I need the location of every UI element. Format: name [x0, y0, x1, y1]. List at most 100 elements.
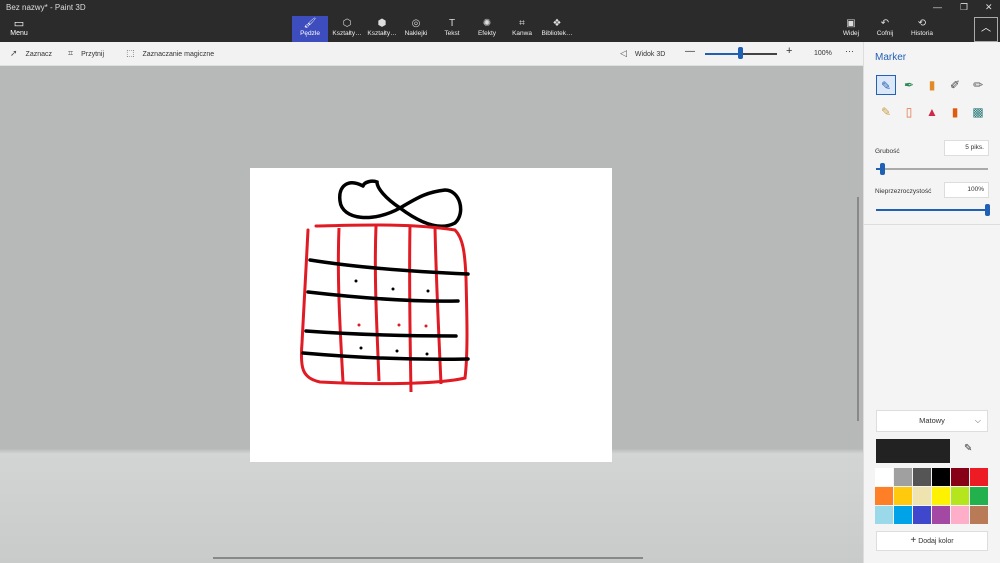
tool-label: Tekst	[444, 30, 460, 37]
minimize-icon[interactable]: —	[933, 2, 942, 12]
color-swatch[interactable]	[913, 487, 931, 505]
color-swatch[interactable]	[932, 487, 950, 505]
finish-dropdown[interactable]: Matowy ⌵	[876, 410, 988, 432]
tool-shapes-3d[interactable]: ⬢ Kształty…	[364, 16, 400, 42]
opacity-slider[interactable]	[876, 209, 988, 211]
zoom-in-button[interactable]: +	[786, 45, 792, 57]
collapse-panel-button[interactable]: ︿	[974, 17, 998, 42]
stickers-icon: ◎	[411, 18, 421, 29]
tool-label: Kształty…	[332, 30, 362, 37]
window-title: Bez nazwy* - Paint 3D	[6, 3, 86, 12]
color-swatch[interactable]	[932, 506, 950, 524]
title-bar: Bez nazwy* - Paint 3D — ❐ ✕ ▭ Menu 🖌 Pędz…	[0, 0, 1000, 42]
crayon-icon[interactable]: ▲	[922, 102, 942, 122]
drawing-canvas[interactable]	[250, 168, 612, 462]
opacity-field[interactable]: 100%	[944, 182, 989, 198]
color-swatch[interactable]	[875, 506, 893, 524]
color-swatch[interactable]	[951, 506, 969, 524]
folder-icon: ▭	[13, 18, 25, 30]
menu-button[interactable]: ▭ Menu	[6, 18, 32, 40]
thickness-label: Grubość	[875, 148, 900, 155]
finish-value: Matowy	[919, 416, 945, 425]
zoom-slider-fill	[705, 53, 741, 55]
right-tool-label: Widej	[842, 30, 860, 37]
thickness-slider[interactable]	[876, 168, 988, 170]
undo-button[interactable]: ↶ Cofnij	[868, 18, 902, 37]
spray-can-icon[interactable]: ▮	[945, 102, 965, 122]
color-swatch[interactable]	[894, 468, 912, 486]
thickness-handle[interactable]	[879, 163, 885, 175]
current-color-swatch[interactable]	[876, 439, 950, 463]
select-button[interactable]: ➚ Zaznacz	[10, 48, 52, 59]
divider	[864, 224, 1000, 225]
marker-icon[interactable]: ✎	[876, 75, 896, 95]
opacity-label: Nieprzezroczystość	[875, 188, 932, 195]
color-swatch[interactable]	[894, 487, 912, 505]
calligraphy-pen-icon[interactable]: ✒	[899, 75, 919, 95]
panel-title: Marker	[875, 52, 907, 63]
opacity-handle[interactable]	[985, 204, 990, 216]
eyedropper-icon[interactable]: ✎	[964, 443, 972, 454]
bow-stroke	[338, 179, 463, 228]
red-line-1	[336, 227, 345, 383]
horizontal-scrollbar[interactable]	[213, 557, 643, 559]
dot	[425, 352, 429, 356]
tool-label: Kształty…	[367, 30, 397, 37]
dot	[359, 346, 363, 350]
chevron-up-icon: ︿	[981, 23, 991, 34]
eraser-icon[interactable]: ▯	[899, 102, 919, 122]
more-options-button[interactable]: ···	[845, 46, 854, 56]
zoom-slider-handle[interactable]	[738, 47, 743, 59]
library-icon: ❖	[552, 18, 562, 29]
view3d-icon: ◁	[620, 48, 627, 58]
tool-label: Pędzle	[300, 30, 320, 37]
pencil-icon[interactable]: ✎	[876, 102, 896, 122]
tool-library[interactable]: ❖ Bibliotek…	[539, 16, 575, 42]
tool-brush[interactable]: 🖌 Pędzle	[292, 16, 328, 42]
oil-brush-icon[interactable]: ▮	[922, 75, 942, 95]
history-button[interactable]: ⟲ Historia	[905, 18, 939, 37]
color-swatch[interactable]	[894, 506, 912, 524]
magic-select-button[interactable]: ⬚ Zaznaczanie magiczne	[126, 48, 214, 59]
color-swatch[interactable]	[970, 506, 988, 524]
color-swatch[interactable]	[875, 468, 893, 486]
color-swatch[interactable]	[951, 468, 969, 486]
view-icon: ▣	[846, 18, 856, 29]
tool-label: Bibliotek…	[541, 30, 573, 37]
color-swatch[interactable]	[932, 468, 950, 486]
tool-stickers[interactable]: ◎ Naklejki	[398, 16, 434, 42]
view-button[interactable]: ▣ Widej	[834, 18, 868, 37]
select-label: Zaznacz	[25, 51, 53, 58]
color-swatch[interactable]	[913, 468, 931, 486]
fill-bucket-icon[interactable]: ▩	[968, 102, 988, 122]
color-swatch[interactable]	[970, 487, 988, 505]
color-swatch[interactable]	[875, 487, 893, 505]
tool-label: Kanwa	[512, 30, 532, 37]
opacity-fill	[876, 209, 988, 211]
color-swatch[interactable]	[913, 506, 931, 524]
vertical-scrollbar[interactable]	[857, 197, 859, 421]
magic-select-icon: ⬚	[126, 48, 135, 58]
pixel-pen-icon[interactable]: ✏	[968, 75, 988, 95]
thickness-field[interactable]: 5 piks.	[944, 140, 989, 156]
tool-text[interactable]: T Tekst	[434, 16, 470, 42]
watercolor-icon[interactable]: ✐	[945, 75, 965, 95]
dot	[354, 279, 358, 283]
color-swatch[interactable]	[970, 468, 988, 486]
tool-shapes-2d[interactable]: ⬡ Kształty…	[329, 16, 365, 42]
tool-effects[interactable]: ✺ Efekty	[469, 16, 505, 42]
zoom-out-button[interactable]: —	[685, 46, 695, 57]
black-line-1	[308, 258, 470, 276]
restore-icon[interactable]: ❐	[960, 2, 968, 13]
black-line-2	[306, 290, 460, 303]
view3d-button[interactable]: ◁ Widok 3D	[620, 48, 665, 59]
crop-button[interactable]: ⌗ Przytnij	[68, 48, 104, 59]
color-swatch[interactable]	[951, 487, 969, 505]
shapes-3d-icon: ⬢	[377, 18, 387, 29]
zoom-value: 100%	[814, 50, 832, 57]
dot	[391, 287, 395, 291]
close-icon[interactable]: ✕	[985, 2, 993, 13]
tool-canvas[interactable]: ⌗ Kanwa	[504, 16, 540, 42]
add-color-button[interactable]: + Dodaj kolor	[876, 531, 988, 551]
dot	[424, 324, 428, 328]
